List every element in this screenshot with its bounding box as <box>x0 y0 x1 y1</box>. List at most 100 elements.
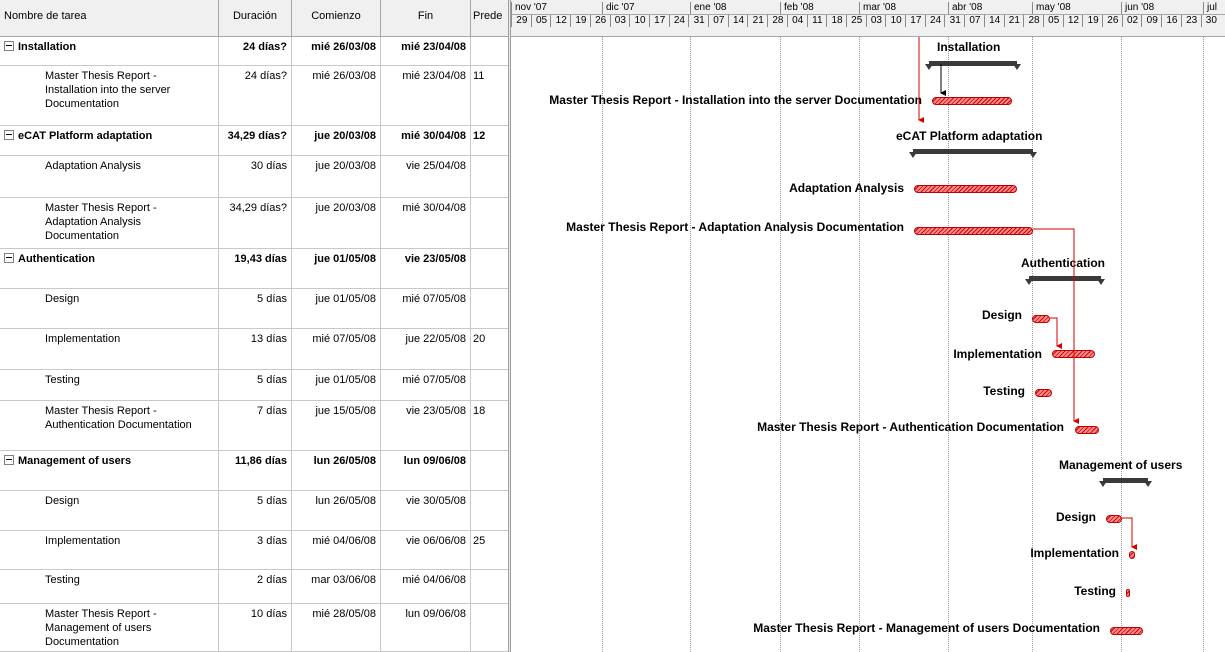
task-predecessor <box>471 289 509 329</box>
task-predecessor: 25 <box>471 531 509 570</box>
timeline-week: 05 <box>530 15 552 27</box>
task-predecessor <box>471 604 509 652</box>
task-name: Design <box>45 293 80 305</box>
timeline-week: 17 <box>648 15 670 27</box>
task-name-cell: Testing <box>0 570 219 604</box>
task-bar[interactable] <box>1052 350 1095 358</box>
task-finish: lun 09/06/08 <box>381 604 471 652</box>
task-bar[interactable] <box>932 97 1012 105</box>
timeline-month: ene '08 <box>690 2 727 14</box>
task-start: mié 07/05/08 <box>292 329 381 370</box>
timeline-week: 31 <box>944 15 965 27</box>
timeline-week: 28 <box>1023 15 1044 27</box>
timeline-week: 17 <box>905 15 926 27</box>
task-start: lun 26/05/08 <box>292 451 381 491</box>
task-finish: lun 09/06/08 <box>381 451 471 491</box>
task-name-cell: Master Thesis Report - Installation into… <box>0 66 219 126</box>
summary-bar[interactable] <box>909 149 1037 158</box>
summary-bar[interactable] <box>925 61 1021 70</box>
month-gridline <box>690 37 691 652</box>
task-predecessor <box>471 451 509 491</box>
task-finish: mié 23/04/08 <box>381 37 471 66</box>
task-bar[interactable] <box>1129 551 1135 559</box>
task-finish: vie 30/05/08 <box>381 491 471 531</box>
task-name-cell: Master Thesis Report - Authentication Do… <box>0 401 219 451</box>
task-name-cell[interactable]: Management of users <box>0 451 219 491</box>
task-duration: 19,43 días <box>219 249 292 289</box>
collapse-toggle-icon[interactable] <box>4 253 14 263</box>
column-header-pred[interactable]: Prede <box>471 0 509 37</box>
task-start: jue 01/05/08 <box>292 370 381 401</box>
timeline-week: 19 <box>1082 15 1103 27</box>
column-header-name[interactable]: Nombre de tarea <box>0 0 219 37</box>
task-finish: mié 07/05/08 <box>381 289 471 329</box>
column-header-duration[interactable]: Duración <box>219 0 292 37</box>
collapse-toggle-icon[interactable] <box>4 130 14 140</box>
task-name: Master Thesis Report - Authentication Do… <box>45 405 192 431</box>
timeline-month: jun '08 <box>1121 2 1154 14</box>
task-bar[interactable] <box>1075 426 1099 434</box>
task-duration: 5 días <box>219 491 292 531</box>
timeline-week: 21 <box>747 15 768 27</box>
task-finish: mié 23/04/08 <box>381 66 471 126</box>
task-bar[interactable] <box>1110 627 1143 635</box>
task-start: mié 26/03/08 <box>292 66 381 126</box>
column-header-finish[interactable]: Fin <box>381 0 471 37</box>
timeline-week: 12 <box>1062 15 1084 27</box>
task-predecessor: 20 <box>471 329 509 370</box>
task-predecessor <box>471 491 509 531</box>
collapse-toggle-icon[interactable] <box>4 455 14 465</box>
task-bar[interactable] <box>914 185 1017 193</box>
column-header-start[interactable]: Comienzo <box>292 0 381 37</box>
timeline-week: 24 <box>924 15 946 27</box>
summary-bar[interactable] <box>1025 276 1105 285</box>
task-bar[interactable] <box>1106 515 1122 523</box>
summary-bar[interactable] <box>1099 478 1152 487</box>
task-name: Master Thesis Report - Adaptation Analys… <box>45 202 157 242</box>
month-gridline <box>780 37 781 652</box>
bar-label: Implementation <box>1030 546 1119 560</box>
timeline-header: nov '07 dic '07 ene '08 feb '08 mar '08 abr '… <box>511 0 1225 37</box>
task-name: Implementation <box>45 535 121 547</box>
task-name-cell[interactable]: Authentication <box>0 249 219 289</box>
timeline-week: 23 <box>1180 15 1202 27</box>
task-finish: vie 06/06/08 <box>381 531 471 570</box>
bar-label: Testing <box>983 384 1025 398</box>
task-predecessor <box>471 370 509 401</box>
timeline-week: 10 <box>885 15 906 27</box>
task-duration: 7 días <box>219 401 292 451</box>
gantt-chart: nov '07 dic '07 ene '08 feb '08 mar '08 abr '… <box>511 0 1225 652</box>
task-bar[interactable] <box>914 227 1033 235</box>
bar-label: Testing <box>1074 584 1116 598</box>
task-name-cell: Implementation <box>0 531 219 570</box>
task-duration: 24 días? <box>219 66 292 126</box>
task-name-cell[interactable]: eCAT Platform adaptation <box>0 126 219 156</box>
task-start: jue 20/03/08 <box>292 126 381 156</box>
bar-label: Authentication <box>1021 256 1105 270</box>
month-gridline <box>859 37 860 652</box>
task-duration: 13 días <box>219 329 292 370</box>
task-bar[interactable] <box>1035 389 1052 397</box>
task-bar[interactable] <box>1126 589 1130 597</box>
task-finish: mié 07/05/08 <box>381 370 471 401</box>
dependency-arrow <box>1050 317 1062 349</box>
task-finish: mié 30/04/08 <box>381 126 471 156</box>
collapse-toggle-icon[interactable] <box>4 41 14 51</box>
task-name-cell[interactable]: Installation <box>0 37 219 66</box>
month-gridline <box>1121 37 1122 652</box>
bar-label: eCAT Platform adaptation <box>896 129 1043 143</box>
task-duration: 11,86 días <box>219 451 292 491</box>
timeline-week: 16 <box>1161 15 1182 27</box>
task-start: mié 26/03/08 <box>292 37 381 66</box>
dependency-arrow <box>1122 517 1137 550</box>
timeline-week: 25 <box>845 15 867 27</box>
task-predecessor <box>471 249 509 289</box>
task-bar[interactable] <box>1032 315 1050 323</box>
timeline-week: 14 <box>983 15 1005 27</box>
task-name-cell: Adaptation Analysis <box>0 156 219 198</box>
task-name: Implementation <box>45 333 121 345</box>
timeline-month: feb '08 <box>780 2 814 14</box>
task-finish: vie 25/04/08 <box>381 156 471 198</box>
task-name: Master Thesis Report - Management of use… <box>45 608 157 648</box>
timeline-month: may '08 <box>1032 2 1071 14</box>
